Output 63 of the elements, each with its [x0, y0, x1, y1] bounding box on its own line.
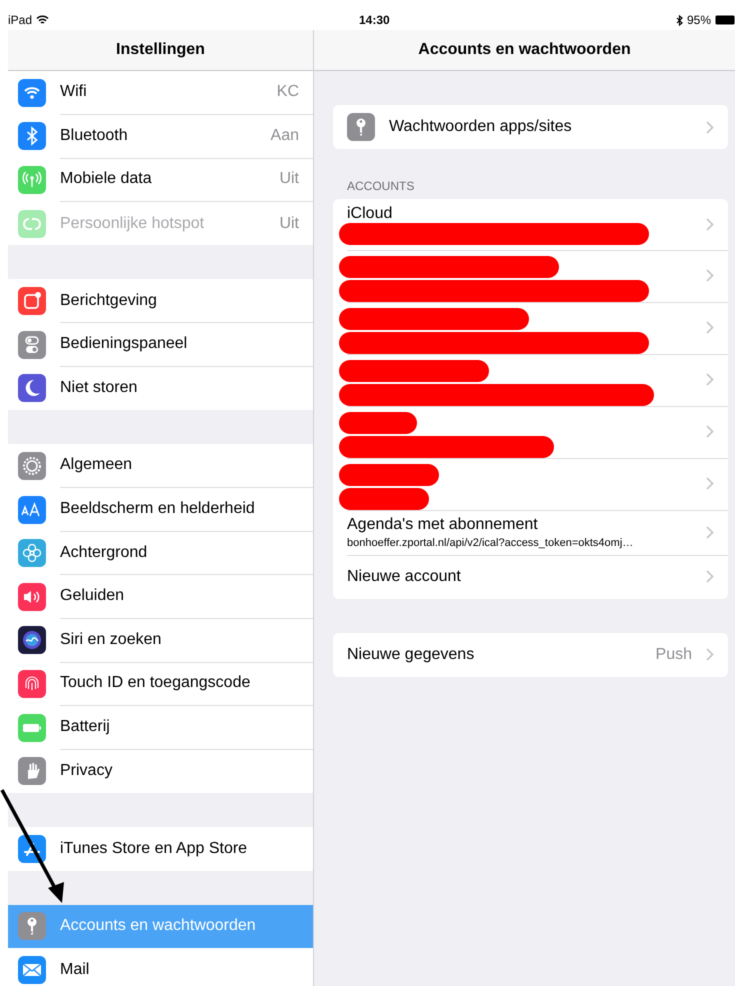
setting-value: Uit [279, 214, 299, 233]
chevron-icon [706, 321, 714, 334]
text-size-icon [18, 496, 46, 524]
battery-icon [715, 15, 735, 25]
link-icon [18, 210, 46, 238]
hand-icon [18, 757, 46, 786]
page-title: Accounts en wachtwoorden [418, 41, 631, 59]
battery-percentage: 95% [686, 13, 711, 27]
chevron-icon [706, 218, 714, 231]
chevron-icon [706, 373, 714, 386]
sidebar-item[interactable]: Berichtgeving [8, 279, 313, 323]
notification-icon [18, 287, 46, 316]
settings-row[interactable]: Nieuwe account [333, 554, 728, 598]
chevron-icon [706, 120, 714, 134]
antenna-icon [18, 166, 46, 194]
clock-time: 14:30 [359, 13, 390, 27]
settings-row[interactable]: Agenda's met abonnement bonhoeffer.zportal.nl/api/v2/ical?access_token=okts4omj… [333, 510, 728, 554]
wifi-icon [18, 78, 46, 107]
chevron-icon [706, 648, 714, 661]
sidebar-item[interactable]: Algemeen [8, 444, 313, 488]
settings-row[interactable]: Nieuwe gegevens Push [333, 632, 728, 676]
setting-value: Uit [279, 170, 299, 188]
sidebar-item[interactable]: Bluetooth Aan [8, 114, 313, 158]
fingerprint-icon [18, 670, 46, 698]
setting-value: Aan [270, 126, 299, 145]
sidebar-item[interactable]: Achtergrond [8, 531, 313, 575]
flower-icon [18, 539, 46, 568]
settings-row[interactable]: Wachtwoorden apps/sites [333, 105, 728, 149]
battery-icon [18, 714, 46, 742]
sidebar-item[interactable]: Geluiden [8, 574, 313, 619]
chevron-icon [706, 526, 714, 538]
toggle-icon [18, 330, 46, 359]
sidebar-title: Instellingen [116, 41, 205, 59]
key-icon [18, 912, 46, 940]
sidebar-item[interactable]: Mail [8, 948, 313, 986]
section-header: ACCOUNTS [346, 178, 416, 195]
bluetooth-icon [18, 122, 46, 150]
gear-icon [18, 452, 46, 480]
speaker-icon [18, 582, 46, 611]
chevron-icon [706, 425, 714, 438]
sidebar-item[interactable]: Batterij [8, 706, 313, 750]
sidebar-item[interactable]: Siri en zoeken [8, 618, 313, 662]
sidebar-item[interactable]: Bedieningspaneel [8, 322, 313, 367]
sidebar-item[interactable]: Beeldscherm en helderheid [8, 488, 313, 532]
sidebar-item[interactable]: Privacy [8, 749, 313, 793]
sidebar-item[interactable]: Niet storen [8, 366, 313, 410]
orb-icon [18, 626, 46, 654]
setting-value: Push [656, 646, 692, 664]
chevron-icon [706, 269, 714, 282]
wifi-icon [36, 15, 50, 25]
chevron-icon [706, 570, 714, 583]
bluetooth-icon [676, 14, 683, 26]
sidebar-item[interactable]: Touch ID en toegangscode [8, 662, 313, 706]
key-icon [347, 113, 375, 141]
moon-icon [18, 374, 46, 402]
device-name: iPad [8, 13, 32, 27]
settings-row[interactable]: iCloud [333, 199, 728, 250]
chevron-icon [706, 477, 714, 490]
sidebar-item[interactable]: Mobiele data Uit [8, 158, 313, 202]
sidebar-item[interactable]: iTunes Store en App Store [8, 826, 313, 870]
setting-value: KC [276, 83, 299, 102]
sidebar-item[interactable]: Wifi KC [8, 71, 313, 115]
account-detail: bonhoeffer.zportal.nl/api/v2/ical?access_token=okts4omj… [347, 536, 634, 548]
